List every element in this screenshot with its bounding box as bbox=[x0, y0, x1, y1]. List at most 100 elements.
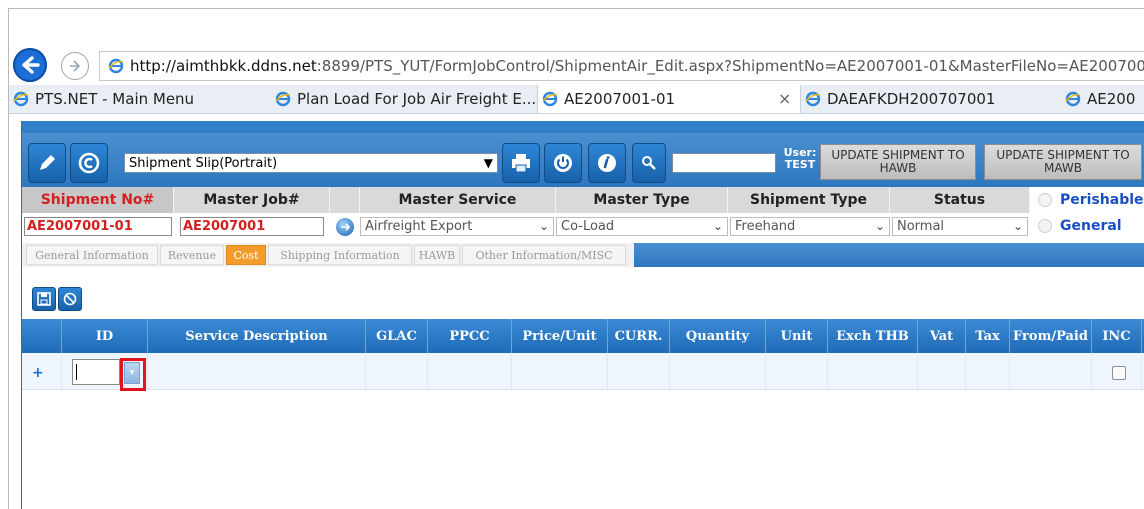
col-header-from-paid[interactable]: From/Paid bbox=[1010, 319, 1092, 353]
tab-general-information[interactable]: General Information bbox=[26, 245, 158, 265]
cost-grid-new-row: + ▾ bbox=[22, 353, 1144, 391]
search-icon bbox=[642, 156, 656, 170]
forward-arrow-icon bbox=[70, 60, 81, 72]
browser-tab-label: AE2007001-01 bbox=[564, 90, 676, 108]
general-radio[interactable]: General bbox=[1038, 218, 1122, 234]
shipment-no-input[interactable]: AE2007001-01 bbox=[24, 217, 172, 236]
master-job-lookup-button[interactable] bbox=[336, 218, 354, 236]
browser-tab-main-menu[interactable]: PTS.NET - Main Menu bbox=[9, 85, 257, 113]
tab-other-information-misc[interactable]: Other Information/MISC bbox=[462, 245, 626, 265]
info-button[interactable] bbox=[588, 143, 626, 183]
perishable-radio-label: Perishable bbox=[1060, 192, 1144, 208]
update-shipment-mawb-button[interactable]: UPDATE SHIPMENT TO MAWB bbox=[984, 144, 1142, 180]
browser-tab-label: DAEAFKDH200707001 bbox=[827, 90, 996, 108]
tab-close-icon[interactable]: × bbox=[778, 89, 791, 108]
ie-page-icon bbox=[108, 58, 124, 74]
cost-grid-header: ID Service Description GLAC PPCC Price/U… bbox=[22, 319, 1144, 353]
shipment-type-value: Freehand bbox=[735, 219, 796, 234]
ie-tab-icon bbox=[1065, 91, 1081, 107]
master-service-select[interactable]: Airfreight Export ⌄ bbox=[360, 217, 554, 236]
col-header-quantity[interactable]: Quantity bbox=[670, 319, 766, 353]
header-spacer bbox=[330, 187, 360, 213]
col-header-price-unit[interactable]: Price/Unit bbox=[512, 319, 608, 353]
master-job-label: Master Job# bbox=[174, 187, 330, 213]
browser-window: http://aimthbkk.ddns.net:8899/PTS_YUT/Fo… bbox=[8, 8, 1144, 509]
ie-tab-icon bbox=[805, 91, 821, 107]
info-icon bbox=[598, 154, 616, 172]
grid-cell bbox=[512, 353, 608, 389]
shipment-type-label: Shipment Type bbox=[728, 187, 890, 213]
user-name: TEST bbox=[784, 158, 816, 171]
arrow-right-icon bbox=[341, 223, 351, 231]
cancel-button[interactable] bbox=[58, 287, 82, 311]
tab-cost[interactable]: Cost bbox=[226, 245, 266, 265]
forward-button[interactable] bbox=[61, 52, 89, 80]
section-tab-strip: General Information Revenue Cost Shippin… bbox=[22, 243, 1144, 267]
col-header-ppcc[interactable]: PPCC bbox=[428, 319, 512, 353]
shipment-edit-app: Shipment Slip(Portrait) ▼ User: TEST UPD… bbox=[21, 121, 1144, 509]
app-top-strip bbox=[22, 121, 1144, 133]
grid-header-spacer bbox=[22, 319, 62, 353]
search-input[interactable] bbox=[672, 153, 776, 173]
grid-cell bbox=[608, 353, 670, 389]
col-header-exch-thb[interactable]: Exch THB bbox=[828, 319, 918, 353]
col-header-unit[interactable]: Unit bbox=[766, 319, 828, 353]
url-text: http://aimthbkk.ddns.net:8899/PTS_YUT/Fo… bbox=[130, 57, 1144, 75]
copy-button[interactable] bbox=[70, 143, 108, 183]
chevron-down-icon: ⌄ bbox=[1012, 219, 1023, 233]
shipment-header-labels: Shipment No# Master Job# Master Service … bbox=[22, 187, 1144, 213]
ie-tab-icon bbox=[542, 91, 558, 107]
grid-cell bbox=[828, 353, 918, 389]
radio-circle-icon bbox=[1038, 219, 1052, 233]
cancel-icon bbox=[63, 292, 77, 306]
grid-cell bbox=[148, 353, 366, 389]
tab-shipping-information[interactable]: Shipping Information bbox=[268, 245, 412, 265]
chevron-down-icon: ▼ bbox=[483, 156, 493, 170]
print-button[interactable] bbox=[502, 143, 540, 183]
text-caret bbox=[76, 364, 77, 380]
search-button[interactable] bbox=[632, 143, 666, 183]
master-type-select[interactable]: Co-Load ⌄ bbox=[556, 217, 728, 236]
power-icon bbox=[554, 154, 572, 172]
ie-tab-icon bbox=[275, 91, 291, 107]
tab-revenue[interactable]: Revenue bbox=[160, 245, 224, 265]
browser-tab-daeafkdh[interactable]: DAEAFKDH200707001 bbox=[801, 85, 1045, 113]
general-radio-label: General bbox=[1060, 218, 1122, 234]
browser-tab-label: Plan Load For Job Air Freight E... bbox=[297, 90, 535, 108]
col-header-glac[interactable]: GLAC bbox=[366, 319, 428, 353]
browser-tab-ae2007001-01[interactable]: AE2007001-01 × bbox=[537, 85, 801, 113]
shipment-type-select[interactable]: Freehand ⌄ bbox=[730, 217, 890, 236]
edit-button[interactable] bbox=[28, 143, 66, 183]
master-service-label: Master Service bbox=[360, 187, 556, 213]
back-arrow-icon bbox=[22, 56, 40, 74]
grid-cell bbox=[918, 353, 966, 389]
address-bar-row: http://aimthbkk.ddns.net:8899/PTS_YUT/Fo… bbox=[9, 45, 1144, 83]
add-row-icon[interactable]: + bbox=[32, 365, 44, 381]
shipment-no-label: Shipment No# bbox=[22, 187, 174, 213]
grid-cell bbox=[766, 353, 828, 389]
col-header-service-description[interactable]: Service Description bbox=[148, 319, 366, 353]
col-header-curr[interactable]: CURR. bbox=[608, 319, 670, 353]
col-header-inc[interactable]: INC bbox=[1092, 319, 1142, 353]
id-input[interactable] bbox=[72, 359, 120, 385]
master-job-input[interactable]: AE2007001 bbox=[180, 217, 324, 236]
browser-tab-ae200[interactable]: AE200 bbox=[1061, 85, 1144, 113]
back-button[interactable] bbox=[13, 48, 47, 82]
update-shipment-hawb-button[interactable]: UPDATE SHIPMENT TO HAWB bbox=[820, 144, 976, 180]
tab-hawb[interactable]: HAWB bbox=[414, 245, 460, 265]
col-header-id[interactable]: ID bbox=[62, 319, 148, 353]
col-header-tax[interactable]: Tax bbox=[966, 319, 1010, 353]
url-field[interactable]: http://aimthbkk.ddns.net:8899/PTS_YUT/Fo… bbox=[99, 51, 1144, 81]
browser-tab-plan-load[interactable]: Plan Load For Job Air Freight E... bbox=[271, 85, 535, 113]
report-select[interactable]: Shipment Slip(Portrait) ▼ bbox=[124, 153, 498, 173]
col-header-vat[interactable]: Vat bbox=[918, 319, 966, 353]
perishable-radio[interactable]: Perishable bbox=[1038, 192, 1144, 208]
inc-checkbox[interactable] bbox=[1112, 366, 1126, 380]
report-select-value: Shipment Slip(Portrait) bbox=[129, 155, 278, 171]
copyright-c-icon bbox=[78, 152, 100, 174]
power-button[interactable] bbox=[544, 143, 582, 183]
save-button[interactable] bbox=[32, 287, 56, 311]
main-toolbar: Shipment Slip(Portrait) ▼ User: TEST UPD… bbox=[22, 133, 1144, 187]
grid-cell bbox=[366, 353, 428, 389]
status-select[interactable]: Normal ⌄ bbox=[892, 217, 1028, 236]
